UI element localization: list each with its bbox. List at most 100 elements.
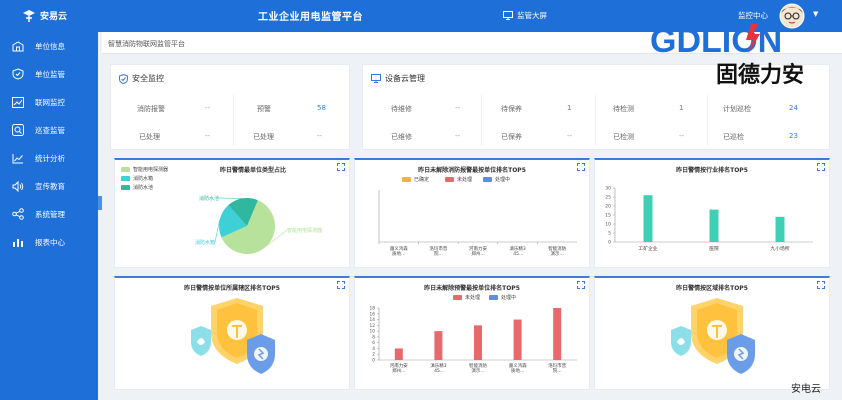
logo-name: 安易云 (40, 12, 68, 22)
x-tick-label: 洛玛市普院... (429, 245, 447, 257)
stat-label: 计划巡检 (723, 105, 751, 113)
bar[interactable] (394, 348, 403, 360)
stat-value[interactable]: -- (205, 132, 210, 140)
card-title: 昨日警情按区域排名TOP5 (676, 285, 748, 292)
expand-icon[interactable] (817, 281, 825, 289)
stat-label: 待保养 (501, 105, 522, 113)
sidebar-collapse-handle[interactable] (98, 196, 102, 210)
stat-value[interactable]: -- (567, 132, 572, 140)
stat-value[interactable]: -- (455, 104, 460, 112)
warning-region-top5-card: 昨日警情按区域排名TOP5 (594, 276, 830, 390)
y-tick-label: 10 (605, 222, 611, 228)
x-tick-label: 滇乐精3 45... (509, 245, 525, 257)
stat-value[interactable]: 1 (567, 104, 571, 112)
y-tick-label: 15 (605, 213, 611, 219)
monitor-icon (371, 74, 381, 83)
y-tick-label: 5 (608, 231, 611, 237)
sidebar-item-inspection[interactable]: 巡查监管 (0, 120, 98, 140)
sidebar-item-label: 单位监管 (35, 69, 65, 79)
bar[interactable] (709, 209, 719, 242)
y-tick-label: 8 (372, 334, 375, 340)
y-tick-label: 20 (605, 204, 611, 210)
bar[interactable] (553, 308, 562, 360)
sidebar-item-label: 联网监控 (35, 97, 65, 107)
bar[interactable] (474, 325, 482, 360)
app-logo[interactable]: 安易云 (22, 9, 67, 22)
y-tick-label: 12 (370, 323, 376, 329)
device-cloud-title: 设备云管理 (385, 74, 425, 83)
sidebar-item-label: 巡查监管 (35, 125, 65, 135)
stat-value[interactable]: -- (205, 104, 210, 112)
corner-brand-text: 安电云 (791, 384, 821, 395)
stat-label: 已处理 (139, 133, 160, 141)
sidebar-item-system-management[interactable]: 系统管理 (0, 204, 98, 224)
bar[interactable] (775, 216, 785, 242)
stat-label: 预警 (257, 105, 271, 113)
shield-check-icon (119, 73, 128, 84)
industry-bar-chart: 0 5 10 15 20 25 30 工矿企业 医院 九小场所 (605, 186, 813, 252)
stat-label: 待维修 (391, 105, 412, 113)
sidebar-item-unit-supervision[interactable]: 单位监管 (0, 64, 98, 84)
sidebar-item-label: 单位信息 (35, 41, 65, 51)
y-tick-label: 0 (372, 358, 375, 364)
pie-slice-label: 消防水箱 (195, 239, 215, 246)
x-tick-label: 遵义鸿森质地... (390, 245, 408, 257)
stat-value[interactable]: -- (679, 132, 684, 140)
bar[interactable] (513, 319, 522, 360)
warning-unit-top5-card: 昨日未解除预警最按单位排名TOP5 未处理 处理中 0 2 4 6 8 10 12 14 16 1… (354, 276, 590, 390)
x-tick-label: 智能消防演示... (469, 362, 487, 374)
bar[interactable] (643, 195, 653, 242)
divider (233, 95, 234, 145)
big-screen-label: 监管大屏 (517, 11, 547, 20)
x-tick-label: 医院 (709, 245, 719, 252)
x-tick-label: 河南力安郑州... (469, 245, 487, 257)
breadcrumb-text[interactable]: 智慧消防物联网监管平台 (108, 39, 185, 49)
pie-chart: 智能用电探测器消防水箱 消防水池 (195, 195, 322, 254)
building-icon (12, 40, 24, 51)
stat-value[interactable]: 24 (789, 104, 798, 112)
fire-region-top5-card: 昨日警情按单位所属辖区排名TOP5 (114, 276, 350, 390)
pie-chart-card: 昨日警情最单位类型占比 智能用电探测器 消防水箱 消防水池 智能用电探测器 消防水… (114, 158, 350, 268)
stat-label: 已维修 (391, 133, 412, 141)
pie-label-line (214, 220, 220, 243)
fire-alarm-bar-chart: 遵义鸿森质地... 洛玛市普院... 河南力安郑州... 滇乐精3 45... 智能消防… (378, 190, 577, 257)
pie-slice-label: 消防水池 (199, 195, 219, 202)
brand-cn-text: 固德力安 (716, 62, 804, 88)
stat-value[interactable]: 1 (679, 104, 683, 112)
divider (481, 95, 482, 145)
sidebar-item-education[interactable]: 宣传教育 (0, 176, 98, 196)
bar[interactable] (434, 331, 443, 360)
expand-icon[interactable] (337, 281, 345, 289)
x-tick-label: 洛玛市普院... (548, 362, 566, 374)
y-tick-label: 30 (605, 186, 611, 192)
stat-value[interactable]: 58 (317, 104, 326, 112)
big-screen-button[interactable]: 监管大屏 (503, 10, 547, 21)
sidebar-item-label: 宣传教育 (35, 181, 65, 191)
trend-icon (12, 153, 23, 163)
x-tick-label: 工矿企业 (638, 245, 657, 252)
chart-monitor-icon (12, 96, 24, 108)
sidebar-item-report-center[interactable]: 报表中心 (0, 232, 98, 252)
sidebar-item-statistics[interactable]: 统计分析 (0, 148, 98, 168)
stat-value[interactable]: 23 (789, 132, 798, 140)
sidebar-item-unit-info[interactable]: 单位信息 (0, 36, 98, 56)
x-tick-label: 智能消防演示... (548, 245, 566, 257)
monitor-center-link[interactable]: 监控中心 (738, 10, 768, 21)
sidebar-item-network-monitor[interactable]: 联网监控 (0, 92, 98, 112)
industry-top5-card: 昨日警情按行业排名TOP5 0 5 10 15 20 25 30 工矿企业 医院 九小场所 (594, 158, 830, 268)
stat-value[interactable]: -- (455, 132, 460, 140)
y-tick-label: 4 (372, 346, 375, 352)
sidebar-item-label: 报表中心 (35, 237, 65, 247)
stat-label: 已检测 (613, 133, 634, 141)
stat-label: 已处理 (253, 133, 274, 141)
y-tick-label: 16 (370, 311, 376, 317)
search-icon (12, 124, 24, 136)
safety-monitor-title: 安全监控 (132, 74, 164, 83)
divider (595, 95, 596, 145)
device-cloud-header: 设备云管理 (371, 73, 425, 84)
sidebar-item-label: 统计分析 (35, 153, 65, 163)
fire-alarm-top5-card: 昨日未解除消防报警最按单位排名TOP5 已确定 未处理 处理中 遵义鸿森质地..… (354, 158, 590, 268)
chevron-down-icon[interactable]: ▼ (813, 10, 818, 18)
x-tick-label: 遵义鸿森质地... (509, 362, 527, 374)
stat-value[interactable]: -- (317, 132, 322, 140)
